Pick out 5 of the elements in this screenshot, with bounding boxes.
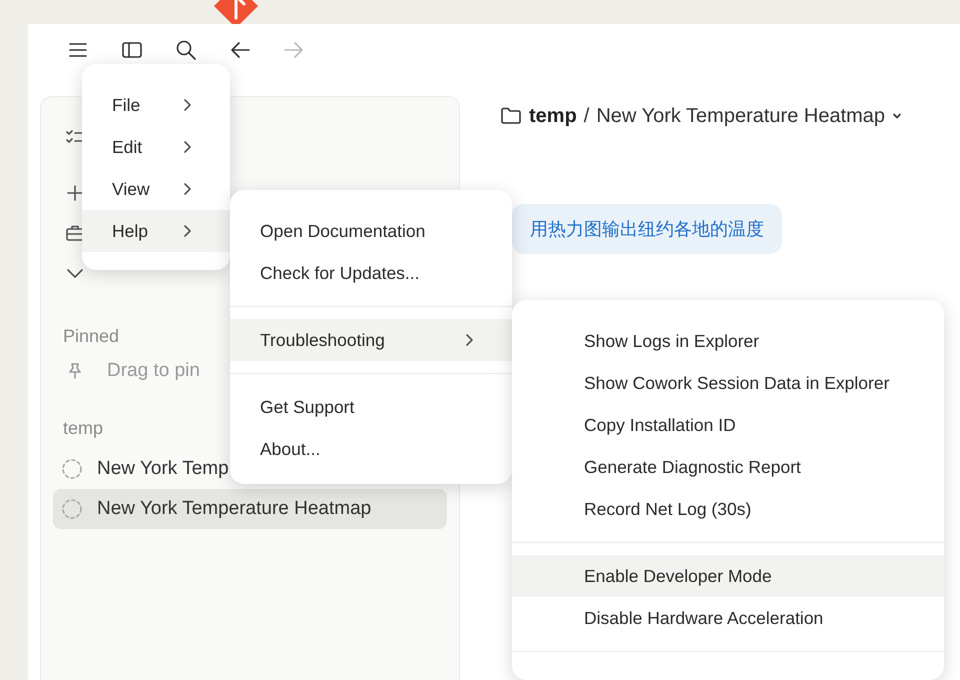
- pin-hint: Drag to pin: [107, 360, 200, 382]
- section-heading: temp: [62, 417, 104, 440]
- breadcrumb-separator: /: [584, 104, 590, 128]
- message-bubble: 用热力图输出纽约各地的温度: [512, 204, 782, 254]
- section-heading: Pinned: [62, 325, 120, 348]
